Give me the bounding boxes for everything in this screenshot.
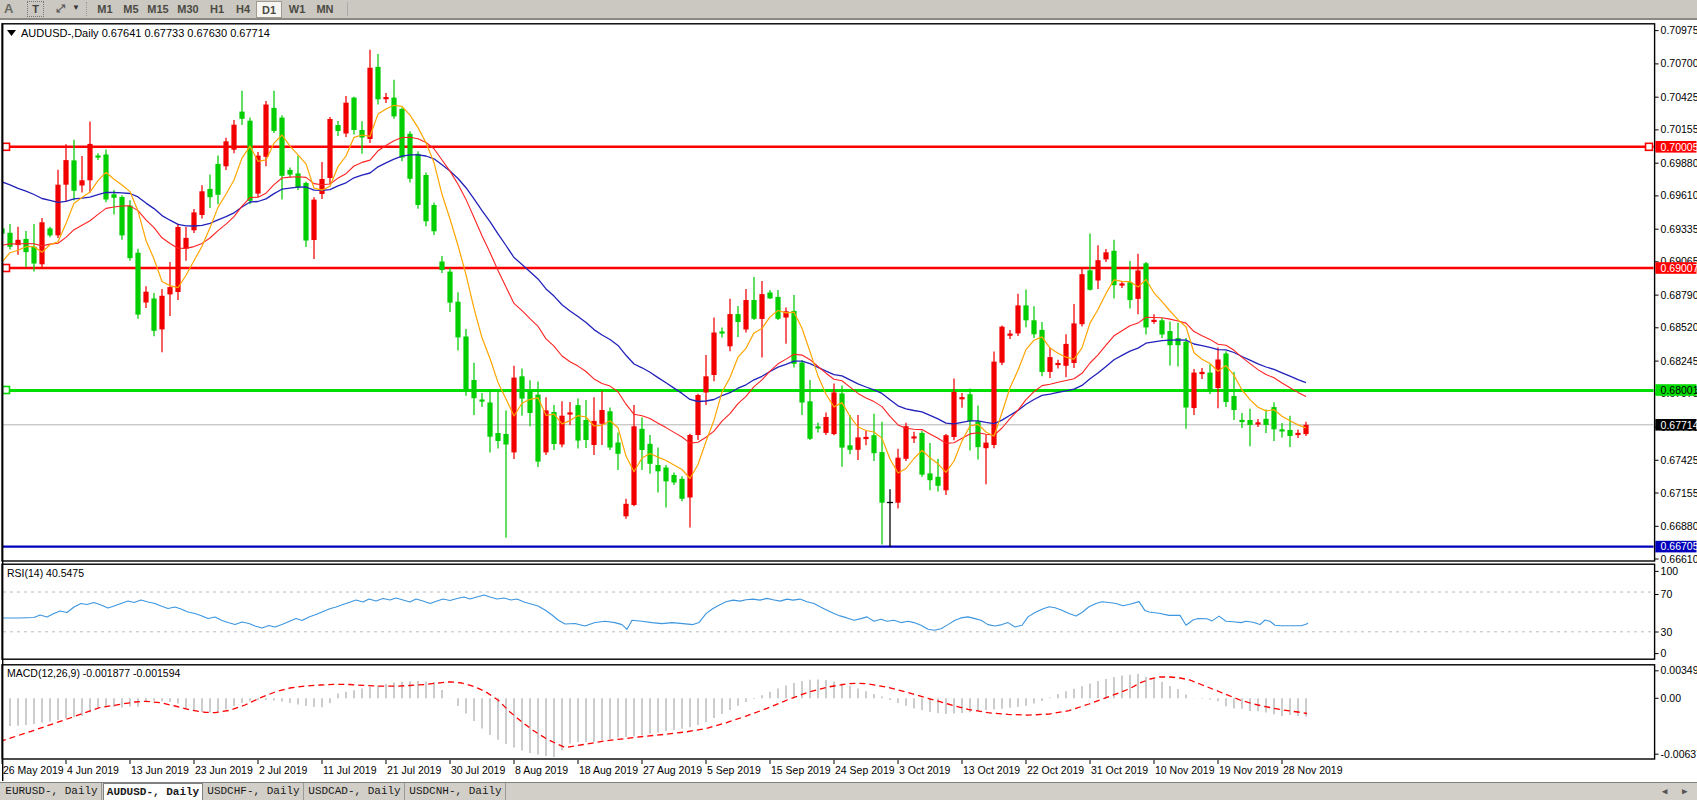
svg-text:0.68001: 0.68001 [1661, 384, 1697, 396]
svg-text:0.69610: 0.69610 [1661, 189, 1697, 201]
svg-text:0.69007: 0.69007 [1661, 262, 1697, 274]
svg-text:19 Nov 2019: 19 Nov 2019 [1219, 764, 1279, 776]
svg-text:24 Sep 2019: 24 Sep 2019 [835, 764, 895, 776]
svg-text:0.66610: 0.66610 [1661, 553, 1697, 565]
svg-text:30 Jul 2019: 30 Jul 2019 [451, 764, 505, 776]
svg-text:3 Oct 2019: 3 Oct 2019 [899, 764, 951, 776]
svg-text:0.66705: 0.66705 [1661, 540, 1697, 552]
svg-text:0.67155: 0.67155 [1661, 487, 1697, 499]
svg-text:22 Oct 2019: 22 Oct 2019 [1027, 764, 1084, 776]
svg-text:13 Oct 2019: 13 Oct 2019 [963, 764, 1020, 776]
svg-text:27 Aug 2019: 27 Aug 2019 [643, 764, 702, 776]
svg-text:0.69880: 0.69880 [1661, 157, 1697, 169]
svg-text:0.66880: 0.66880 [1661, 520, 1697, 532]
svg-text:2 Jul 2019: 2 Jul 2019 [259, 764, 308, 776]
svg-text:0.67714: 0.67714 [1661, 419, 1697, 431]
svg-text:0.68245: 0.68245 [1661, 355, 1697, 367]
svg-text:-0.00637: -0.00637 [1661, 748, 1697, 760]
svg-text:26 May 2019: 26 May 2019 [3, 764, 64, 776]
svg-text:70: 70 [1661, 588, 1673, 600]
svg-text:15 Sep 2019: 15 Sep 2019 [771, 764, 831, 776]
svg-text:100: 100 [1661, 565, 1679, 577]
svg-text:RSI(14) 40.5475: RSI(14) 40.5475 [7, 567, 84, 579]
svg-text:0.00349: 0.00349 [1661, 664, 1697, 676]
svg-text:23 Jun 2019: 23 Jun 2019 [195, 764, 253, 776]
svg-text:0.67425: 0.67425 [1661, 454, 1697, 466]
svg-text:18 Aug 2019: 18 Aug 2019 [579, 764, 638, 776]
svg-text:AUDUSD-,Daily 0.67641 0.67733: AUDUSD-,Daily 0.67641 0.67733 0.67630 0.… [21, 27, 270, 39]
svg-text:0.69335: 0.69335 [1661, 223, 1697, 235]
svg-text:0.00: 0.00 [1661, 692, 1682, 704]
svg-text:31 Oct 2019: 31 Oct 2019 [1091, 764, 1148, 776]
svg-text:4 Jun 2019: 4 Jun 2019 [67, 764, 119, 776]
svg-text:MACD(12,26,9) -0.001877 -0.001: MACD(12,26,9) -0.001877 -0.001594 [7, 667, 181, 679]
svg-text:28 Nov 2019: 28 Nov 2019 [1283, 764, 1343, 776]
svg-text:11 Jul 2019: 11 Jul 2019 [323, 764, 377, 776]
svg-text:30: 30 [1661, 626, 1673, 638]
svg-text:5 Sep 2019: 5 Sep 2019 [707, 764, 761, 776]
svg-text:0.70975: 0.70975 [1661, 24, 1697, 36]
svg-text:0.70700: 0.70700 [1661, 57, 1697, 69]
svg-text:21 Jul 2019: 21 Jul 2019 [387, 764, 441, 776]
svg-text:0: 0 [1661, 647, 1667, 659]
svg-text:0.68520: 0.68520 [1661, 321, 1697, 333]
svg-text:0.70005: 0.70005 [1661, 141, 1697, 153]
svg-text:10 Nov 2019: 10 Nov 2019 [1155, 764, 1215, 776]
svg-text:13 Jun 2019: 13 Jun 2019 [131, 764, 189, 776]
svg-text:0.70425: 0.70425 [1661, 91, 1697, 103]
svg-text:8 Aug 2019: 8 Aug 2019 [515, 764, 568, 776]
svg-text:0.70155: 0.70155 [1661, 123, 1697, 135]
svg-text:0.68790: 0.68790 [1661, 289, 1697, 301]
